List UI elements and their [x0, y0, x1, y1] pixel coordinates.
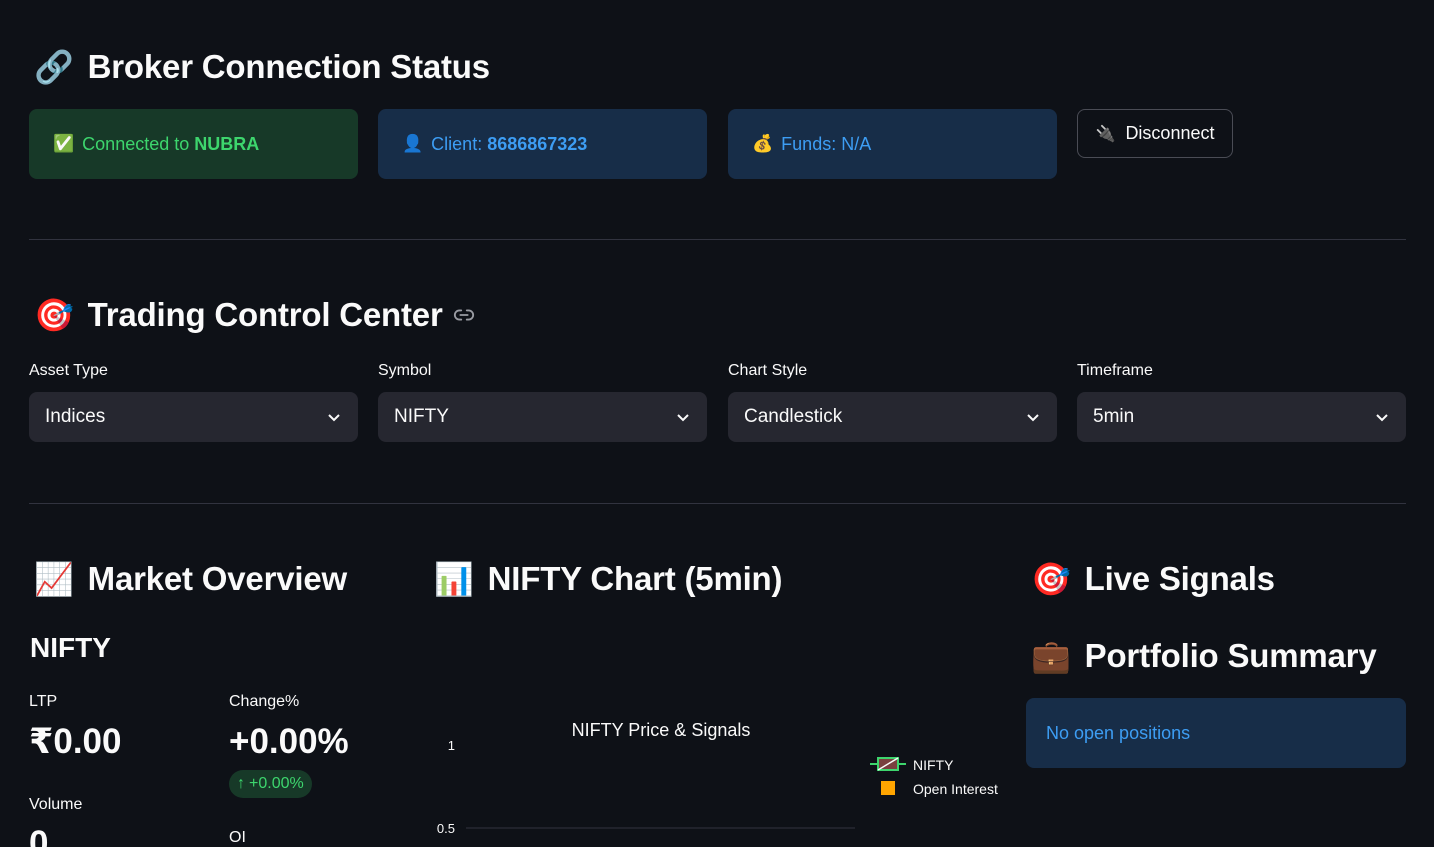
legend-label-open-interest: Open Interest	[913, 781, 998, 797]
bar-chart-icon: 📊	[434, 561, 474, 597]
market-title-text: Market Overview	[87, 560, 348, 597]
live-signals-title: 🎯 Live Signals	[1031, 560, 1275, 598]
change-delta-text: +0.00%	[249, 775, 304, 792]
change-value: +0.00%	[229, 722, 349, 761]
chart-section-title-text: NIFTY Chart (5min)	[487, 560, 783, 597]
funds-info-box: 💰 Funds: N/A	[728, 109, 1057, 179]
divider	[29, 239, 1406, 240]
no-positions-text: No open positions	[1046, 722, 1191, 743]
live-signals-title-text: Live Signals	[1084, 560, 1275, 597]
briefcase-icon: 💼	[1031, 638, 1071, 674]
no-positions-box: No open positions	[1026, 698, 1406, 768]
client-id: 8686867323	[487, 133, 588, 154]
volume-value: 0	[29, 824, 49, 847]
link-icon: 🔗	[34, 49, 74, 85]
legend-open-interest-swatch	[881, 781, 895, 795]
legend[interactable]: NIFTY Open Interest	[870, 757, 998, 797]
plug-icon: 🔌	[1095, 125, 1116, 143]
chart-section-title: 📊 NIFTY Chart (5min)	[434, 560, 783, 598]
ltp-value: ₹0.00	[29, 722, 122, 761]
ltp-label: LTP	[29, 693, 58, 710]
chevron-down-icon	[677, 414, 689, 422]
portfolio-summary-title: 💼 Portfolio Summary	[1031, 637, 1377, 675]
disconnect-label: Disconnect	[1125, 123, 1215, 143]
chart-style-select[interactable]: Candlestick	[728, 392, 1057, 442]
app-root: 🔗 Broker Connection Status ✅ Connected t…	[0, 0, 1434, 847]
target-icon: 🎯	[34, 297, 74, 333]
asset-type-select[interactable]: Indices	[29, 392, 358, 442]
timeframe-label: Timeframe	[1077, 362, 1153, 379]
divider	[29, 503, 1406, 504]
control-section-title: 🎯 Trading Control Center	[34, 296, 475, 334]
user-icon: 👤	[402, 134, 424, 153]
symbol-value: NIFTY	[394, 406, 449, 427]
chart-title: NIFTY Price & Signals	[572, 720, 751, 740]
target-icon: 🎯	[1031, 561, 1071, 597]
symbol-select[interactable]: NIFTY	[378, 392, 707, 442]
funds-text: Funds: N/A	[781, 133, 872, 154]
broker-title-text: Broker Connection Status	[87, 48, 490, 85]
y-tick-label: 1	[448, 738, 455, 753]
chart-svg: NIFTY Price & Signals 1 0.5 NIFTY Open I…	[437, 720, 998, 836]
legend-nifty-icon	[870, 757, 906, 771]
change-delta-badge: ↑ +0.00%	[229, 770, 312, 798]
anchor-link-icon[interactable]	[453, 296, 475, 334]
price-chart[interactable]: NIFTY Price & Signals 1 0.5 NIFTY Open I…	[430, 690, 1010, 847]
arrow-up-icon: ↑	[237, 775, 245, 792]
symbol-label: Symbol	[378, 362, 432, 379]
disconnect-button[interactable]: 🔌 Disconnect	[1077, 109, 1233, 158]
chevron-down-icon	[328, 414, 340, 422]
portfolio-title-text: Portfolio Summary	[1084, 637, 1377, 674]
change-label: Change%	[229, 693, 300, 710]
money-bag-icon: 💰	[752, 134, 774, 153]
chart-increasing-icon: 📈	[34, 561, 74, 597]
connected-prefix: Connected to	[82, 133, 195, 154]
timeframe-value: 5min	[1093, 406, 1135, 427]
chart-style-label: Chart Style	[728, 362, 808, 379]
client-info-box: 👤 Client: 8686867323	[378, 109, 707, 179]
check-icon: ✅	[53, 134, 75, 153]
chevron-down-icon	[1027, 414, 1039, 422]
chart-style-value: Candlestick	[744, 406, 843, 427]
y-tick-label: 0.5	[437, 821, 455, 836]
chevron-down-icon	[1376, 414, 1388, 422]
client-prefix: Client:	[431, 133, 488, 154]
market-symbol: NIFTY	[30, 632, 111, 663]
asset-type-value: Indices	[45, 406, 106, 427]
volume-label: Volume	[29, 796, 83, 813]
connected-broker: NUBRA	[194, 133, 260, 154]
connection-status-box: ✅ Connected to NUBRA	[29, 109, 358, 179]
timeframe-select[interactable]: 5min	[1077, 392, 1406, 442]
broker-section-title: 🔗 Broker Connection Status	[34, 48, 490, 86]
legend-label-nifty: NIFTY	[913, 757, 954, 773]
asset-type-label: Asset Type	[29, 362, 108, 379]
market-overview-title: 📈 Market Overview	[34, 560, 347, 598]
oi-label: OI	[229, 829, 246, 846]
control-title-text: Trading Control Center	[87, 296, 443, 333]
